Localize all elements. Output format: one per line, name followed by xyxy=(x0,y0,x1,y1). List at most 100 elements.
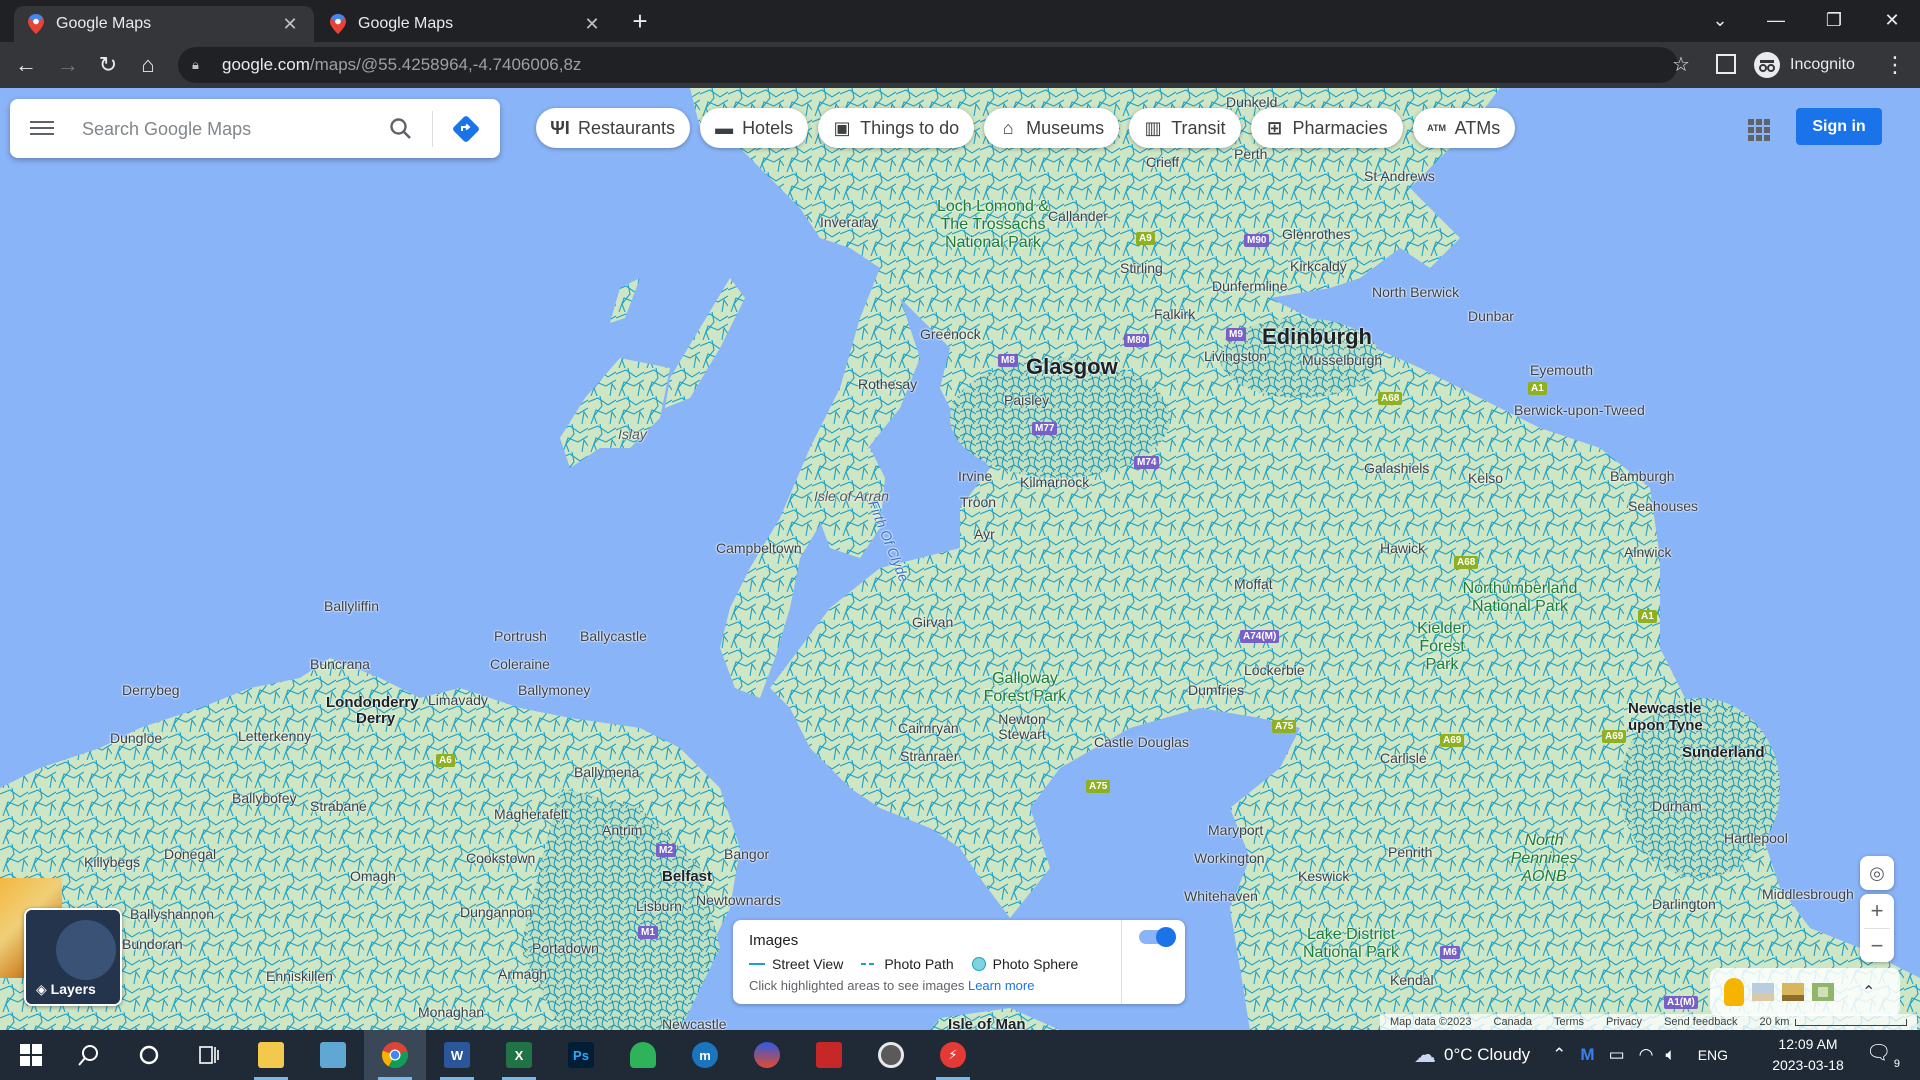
town-label-musselburgh[interactable]: Musselburgh xyxy=(1302,352,1382,368)
media-player-icon[interactable] xyxy=(860,1030,922,1080)
tab-google-maps-2[interactable]: Google Maps ✕ xyxy=(316,6,616,42)
excel-icon[interactable]: X xyxy=(488,1030,550,1080)
town-label-rothesay[interactable]: Rothesay xyxy=(858,376,917,392)
town-label-glenrothes[interactable]: Glenrothes xyxy=(1282,226,1350,242)
control-panel-icon[interactable] xyxy=(302,1030,364,1080)
wifi-icon[interactable]: ◠ xyxy=(1639,1045,1654,1065)
word-icon[interactable]: W xyxy=(426,1030,488,1080)
zoom-in-button[interactable]: + xyxy=(1860,894,1894,928)
moodle-icon[interactable]: m xyxy=(674,1030,736,1080)
address-bar[interactable]: 🔒︎ google.com/maps/@55.4258964,-4.740600… xyxy=(178,47,1678,83)
close-window-button[interactable]: ✕ xyxy=(1864,0,1920,40)
imagery-thumbnail-1[interactable] xyxy=(1752,983,1774,1001)
town-label-dungloe[interactable]: Dungloe xyxy=(110,730,162,746)
google-apps-grid-icon[interactable] xyxy=(1748,119,1770,141)
town-label-enniskillen[interactable]: Enniskillen xyxy=(266,968,333,984)
close-tab-icon[interactable]: ✕ xyxy=(280,14,300,35)
volume-icon[interactable]: 🔈︎ xyxy=(1666,1045,1676,1065)
chip-museums[interactable]: ⌂ Museums xyxy=(984,108,1120,148)
more-menu-icon[interactable]: ⋮ xyxy=(1884,49,1906,81)
town-label-maryport[interactable]: Maryport xyxy=(1208,822,1263,838)
town-label-monaghan[interactable]: Monaghan xyxy=(418,1004,484,1020)
close-tab-icon[interactable]: ✕ xyxy=(582,14,602,35)
minimize-button[interactable]: — xyxy=(1748,0,1804,40)
town-label-ballymoney[interactable]: Ballymoney xyxy=(518,682,590,698)
city-label-belfast[interactable]: Belfast xyxy=(662,868,712,885)
town-label-ballycastle[interactable]: Ballycastle xyxy=(580,628,647,644)
mail-m-icon[interactable]: M xyxy=(1580,1045,1594,1065)
taskbar-search-icon[interactable] xyxy=(58,1030,120,1080)
imagery-thumbnail-2[interactable] xyxy=(1782,983,1804,1001)
town-label-darlington[interactable]: Darlington xyxy=(1652,896,1716,912)
town-label-north-berwick[interactable]: North Berwick xyxy=(1372,284,1459,300)
send-feedback-link[interactable]: Send feedback xyxy=(1664,1016,1737,1028)
island-label-isle-of-man[interactable]: Isle of Man xyxy=(948,1016,1026,1030)
tab-google-maps-1[interactable]: Google Maps ✕ xyxy=(14,6,314,42)
island-label-islay[interactable]: Islay xyxy=(618,426,647,442)
town-label-seahouses[interactable]: Seahouses xyxy=(1628,498,1698,514)
cloud-icon[interactable]: ☁︎ xyxy=(1414,1042,1436,1068)
town-label-donegal[interactable]: Donegal xyxy=(164,846,216,862)
incognito-profile-button[interactable]: Incognito xyxy=(1754,49,1855,81)
town-label-bundoran[interactable]: Bundoran xyxy=(122,936,183,952)
town-label-letterkenny[interactable]: Letterkenny xyxy=(238,728,311,744)
chip-atms[interactable]: ATM ATMs xyxy=(1412,108,1516,148)
town-label-greenock[interactable]: Greenock xyxy=(920,326,981,342)
town-label-eyemouth[interactable]: Eyemouth xyxy=(1530,362,1593,378)
town-label-kirkcaldy[interactable]: Kirkcaldy xyxy=(1290,258,1347,274)
restore-button[interactable]: ❐ xyxy=(1806,0,1862,40)
chevron-up-icon[interactable]: ⌃ xyxy=(1552,1045,1566,1065)
town-label-portadown[interactable]: Portadown xyxy=(532,940,599,956)
flash-app-icon[interactable]: ⚡︎ xyxy=(922,1030,984,1080)
town-label-irvine[interactable]: Irvine xyxy=(958,468,992,484)
side-panel-icon[interactable] xyxy=(1716,54,1736,74)
map-canvas[interactable]: Glasgow Edinburgh Belfast Londonderry De… xyxy=(0,88,1920,1030)
city-label-edinburgh[interactable]: Edinburgh xyxy=(1262,324,1372,350)
forward-arrow-icon[interactable]: → xyxy=(52,49,84,81)
town-label-dunfermline[interactable]: Dunfermline xyxy=(1212,278,1287,294)
sign-in-button[interactable]: Sign in xyxy=(1796,108,1882,145)
city-label-glasgow[interactable]: Glasgow xyxy=(1026,354,1118,380)
town-label-antrim[interactable]: Antrim xyxy=(602,822,642,838)
town-label-ayr[interactable]: Ayr xyxy=(974,526,995,542)
green-app-icon[interactable] xyxy=(612,1030,674,1080)
town-label-ballymena[interactable]: Ballymena xyxy=(574,764,639,780)
chip-restaurants[interactable]: ΨI Restaurants xyxy=(536,108,691,148)
pegman-icon[interactable] xyxy=(1724,978,1744,1006)
task-view-icon[interactable] xyxy=(178,1030,240,1080)
town-label-dungannon[interactable]: Dungannon xyxy=(460,904,532,920)
hamburger-menu-icon[interactable] xyxy=(30,117,54,139)
town-label-ballyshannon[interactable]: Ballyshannon xyxy=(130,906,214,922)
search-input[interactable] xyxy=(80,99,384,160)
park-label-kielder[interactable]: Kielder Forest Park xyxy=(1402,620,1482,674)
directions-icon[interactable] xyxy=(452,115,480,143)
town-label-cookstown[interactable]: Cookstown xyxy=(466,850,535,866)
town-label-killybegs[interactable]: Killybegs xyxy=(84,854,140,870)
chip-hotels[interactable]: ▬ Hotels xyxy=(700,108,809,148)
new-tab-button[interactable]: + xyxy=(622,6,658,36)
weather-text[interactable]: 0°C Cloudy xyxy=(1444,1045,1530,1065)
chrome-icon[interactable] xyxy=(364,1030,426,1080)
town-label-alnwick[interactable]: Alnwick xyxy=(1624,544,1671,560)
clock[interactable]: 12:09 AM 2023-03-18 xyxy=(1766,1034,1850,1076)
town-label-inveraray[interactable]: Inveraray xyxy=(820,214,878,230)
park-label-northumberland[interactable]: Northumberland National Park xyxy=(1450,580,1590,616)
town-label-troon[interactable]: Troon xyxy=(960,494,996,510)
park-label-loch-lomond[interactable]: Loch Lomond & The Trossachs National Par… xyxy=(928,198,1058,252)
town-label-moffat[interactable]: Moffat xyxy=(1234,576,1273,592)
town-label-stirling[interactable]: Stirling xyxy=(1120,260,1163,276)
town-label-derrybeg[interactable]: Derrybeg xyxy=(122,682,180,698)
town-label-whitehaven[interactable]: Whitehaven xyxy=(1184,888,1258,904)
images-toggle-switch[interactable] xyxy=(1139,927,1176,947)
town-label-penrith[interactable]: Penrith xyxy=(1388,844,1432,860)
cortana-icon[interactable] xyxy=(118,1030,180,1080)
town-label-workington[interactable]: Workington xyxy=(1194,850,1265,866)
town-label-cairnryan[interactable]: Cairnryan xyxy=(898,720,959,736)
chip-pharmacies[interactable]: ⊞ Pharmacies xyxy=(1250,108,1403,148)
town-label-stranraer[interactable]: Stranraer xyxy=(900,748,958,764)
town-label-paisley[interactable]: Paisley xyxy=(1004,392,1049,408)
learn-more-link[interactable]: Learn more xyxy=(968,978,1034,993)
city-label-newcastle[interactable]: Newcastle upon Tyne xyxy=(1628,700,1728,734)
town-label-galashiels[interactable]: Galashiels xyxy=(1364,460,1429,476)
town-label-armagh[interactable]: Armagh xyxy=(498,966,547,982)
